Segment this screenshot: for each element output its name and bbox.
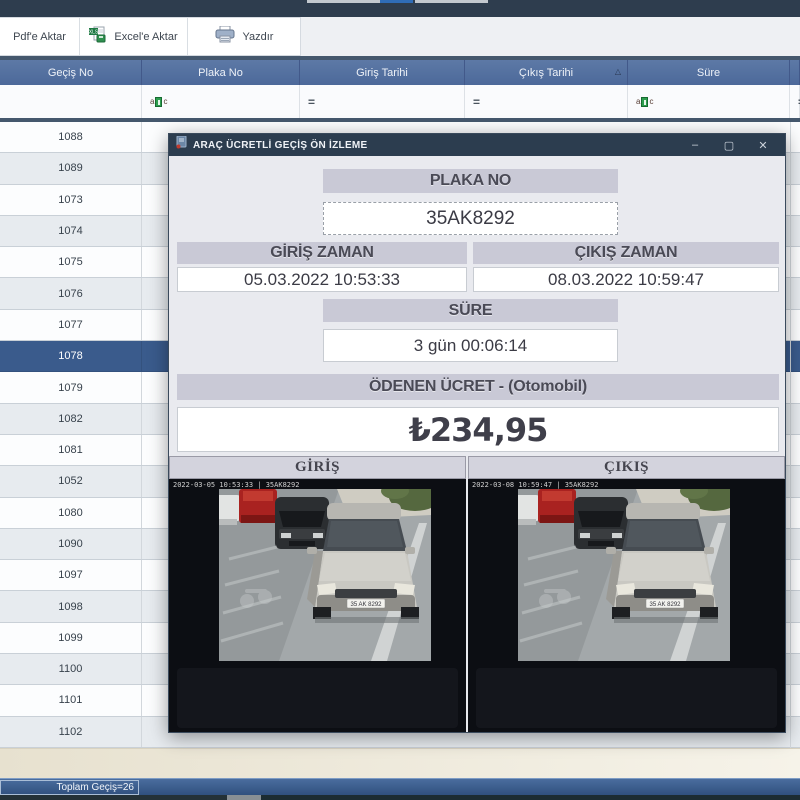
gecis-no-cell: 1078 (0, 341, 142, 371)
dialog-app-icon (176, 136, 187, 154)
dialog-title-bar[interactable]: ARAÇ ÜCRETLİ GEÇİŞ ÖN İZLEME – ▢ ✕ (169, 134, 785, 156)
export-button-group: Pdf'e Aktar XLS Excel'e Aktar (0, 17, 301, 56)
gecis-no-cell: 1099 (0, 623, 142, 653)
total-summary-cell: Toplam Geçiş=26 (0, 780, 139, 795)
sort-ascending-icon: △ (615, 68, 621, 76)
export-pdf-button[interactable]: Pdf'e Aktar (0, 18, 80, 55)
dialog-body: PLAKA NO 35AK8292 GİRİŞ ZAMAN ÇIKIŞ ZAMA… (169, 156, 785, 732)
app-window: Pdf'e Aktar XLS Excel'e Aktar (0, 0, 800, 800)
giris-zaman-value: 05.03.2022 10:53:33 (177, 267, 467, 292)
taskbar-item[interactable] (227, 795, 261, 800)
gecis-no-cell: 1089 (0, 153, 142, 183)
grid-footer-strip (0, 748, 800, 778)
column-header-cikis-tarihi[interactable]: Çıkış Tarihi △ (465, 60, 628, 85)
dialog-title: ARAÇ ÜCRETLİ GEÇİŞ ÖN İZLEME (193, 140, 683, 151)
export-excel-button[interactable]: XLS Excel'e Aktar (80, 18, 188, 55)
column-label: Çıkış Tarihi (519, 67, 573, 79)
equals-filter-icon[interactable]: = (308, 95, 315, 109)
column-label: Süre (697, 67, 720, 79)
gecis-no-cell: 1090 (0, 529, 142, 559)
column-header-giris-tarihi[interactable]: Giriş Tarihi (300, 60, 465, 85)
export-excel-label: Excel'e Aktar (114, 31, 177, 43)
contains-filter-icon[interactable]: ac (150, 97, 167, 107)
summary-footer-bar: Toplam Geçiş=26 (0, 778, 800, 795)
filter-cell-giris-tarihi[interactable]: = (300, 85, 465, 118)
gecis-no-cell: 1098 (0, 591, 142, 621)
filter-cell-cikis-tarihi[interactable]: = (465, 85, 628, 118)
filter-cell-sure[interactable]: ac (628, 85, 790, 118)
gecis-no-cell: 1100 (0, 654, 142, 684)
tab-segment (307, 0, 380, 3)
gecis-no-cell: 1080 (0, 498, 142, 528)
filter-cell-gecis-no[interactable] (0, 85, 142, 118)
sure-header: SÜRE (323, 299, 618, 322)
gecis-no-cell: 1102 (0, 717, 142, 747)
taskbar (0, 795, 800, 800)
tab-segment (415, 0, 488, 3)
toolbar: Pdf'e Aktar XLS Excel'e Aktar (0, 17, 800, 56)
gecis-no-cell: 1081 (0, 435, 142, 465)
filter-cell-extra[interactable]: = (790, 85, 800, 118)
cikis-zaman-header: ÇIKIŞ ZAMAN (473, 242, 779, 264)
cikis-camera-panel: 2022-03-08 10:59:47 | 35AK8292 (468, 479, 785, 732)
camera-panel-footer (476, 668, 777, 728)
print-button[interactable]: Yazdır (188, 18, 300, 55)
filter-cell-plaka-no[interactable]: ac (142, 85, 300, 118)
giris-vehicle-photo (219, 489, 431, 661)
gecis-no-cell: 1097 (0, 560, 142, 590)
minimize-button[interactable]: – (683, 134, 707, 156)
gecis-no-cell: 1076 (0, 278, 142, 308)
sure-value: 3 gün 00:06:14 (323, 329, 618, 362)
gecis-no-cell: 1082 (0, 404, 142, 434)
camera-panel-footer (177, 668, 458, 728)
preview-dialog: ARAÇ ÜCRETLİ GEÇİŞ ÖN İZLEME – ▢ ✕ PLAKA… (168, 133, 786, 733)
gecis-no-cell: 1101 (0, 685, 142, 715)
contains-filter-icon[interactable]: ac (636, 97, 653, 107)
maximize-button[interactable]: ▢ (717, 134, 741, 156)
column-label: Giriş Tarihi (356, 67, 408, 79)
cikis-camera-timestamp: 2022-03-08 10:59:47 | 35AK8292 (472, 481, 598, 489)
printer-icon (215, 26, 235, 48)
column-label: Plaka No (198, 67, 243, 79)
active-tab-segment (380, 0, 413, 3)
gecis-no-cell: 1074 (0, 216, 142, 246)
print-label: Yazdır (243, 31, 274, 43)
column-header-extra[interactable] (790, 60, 800, 85)
gecis-no-cell: 1077 (0, 310, 142, 340)
cikis-zaman-value: 08.03.2022 10:59:47 (473, 267, 779, 292)
taskbar-section (261, 795, 800, 800)
export-pdf-label: Pdf'e Aktar (13, 31, 66, 43)
giris-zaman-header: GİRİŞ ZAMAN (177, 242, 467, 264)
grid-header-row: Geçiş No Plaka No Giriş Tarihi Çıkış Tar… (0, 60, 800, 85)
column-divider (790, 122, 791, 748)
column-label: Geçiş No (48, 67, 93, 79)
odenen-ucret-value: ₺234,95 (177, 407, 779, 452)
gecis-no-cell: 1088 (0, 122, 142, 152)
browser-top-bar (0, 0, 800, 17)
cikis-vehicle-photo (518, 489, 730, 661)
gecis-no-cell: 1075 (0, 247, 142, 277)
giris-camera-timestamp: 2022-03-05 10:53:33 | 35AK8292 (173, 481, 299, 489)
column-header-gecis-no[interactable]: Geçiş No (0, 60, 142, 85)
excel-icon: XLS (89, 26, 106, 48)
plaka-no-input[interactable]: 35AK8292 (323, 202, 618, 235)
giris-camera-panel: 2022-03-05 10:53:33 | 35AK8292 (169, 479, 466, 732)
equals-filter-icon[interactable]: = (473, 95, 480, 109)
odenen-ucret-header: ÖDENEN ÜCRET - (Otomobil) (177, 374, 779, 400)
column-header-plaka-no[interactable]: Plaka No (142, 60, 300, 85)
gecis-no-cell: 1073 (0, 185, 142, 215)
total-summary-label: Toplam Geçiş=26 (56, 782, 134, 793)
close-button[interactable]: ✕ (751, 134, 775, 156)
filter-row: ac = = ac = (0, 85, 800, 118)
plaka-no-header: PLAKA NO (323, 169, 618, 193)
giris-image-header: GİRİŞ (169, 456, 466, 479)
gecis-no-cell: 1079 (0, 372, 142, 402)
cikis-image-header: ÇIKIŞ (468, 456, 785, 479)
gecis-no-cell: 1052 (0, 466, 142, 496)
column-header-sure[interactable]: Süre (628, 60, 790, 85)
